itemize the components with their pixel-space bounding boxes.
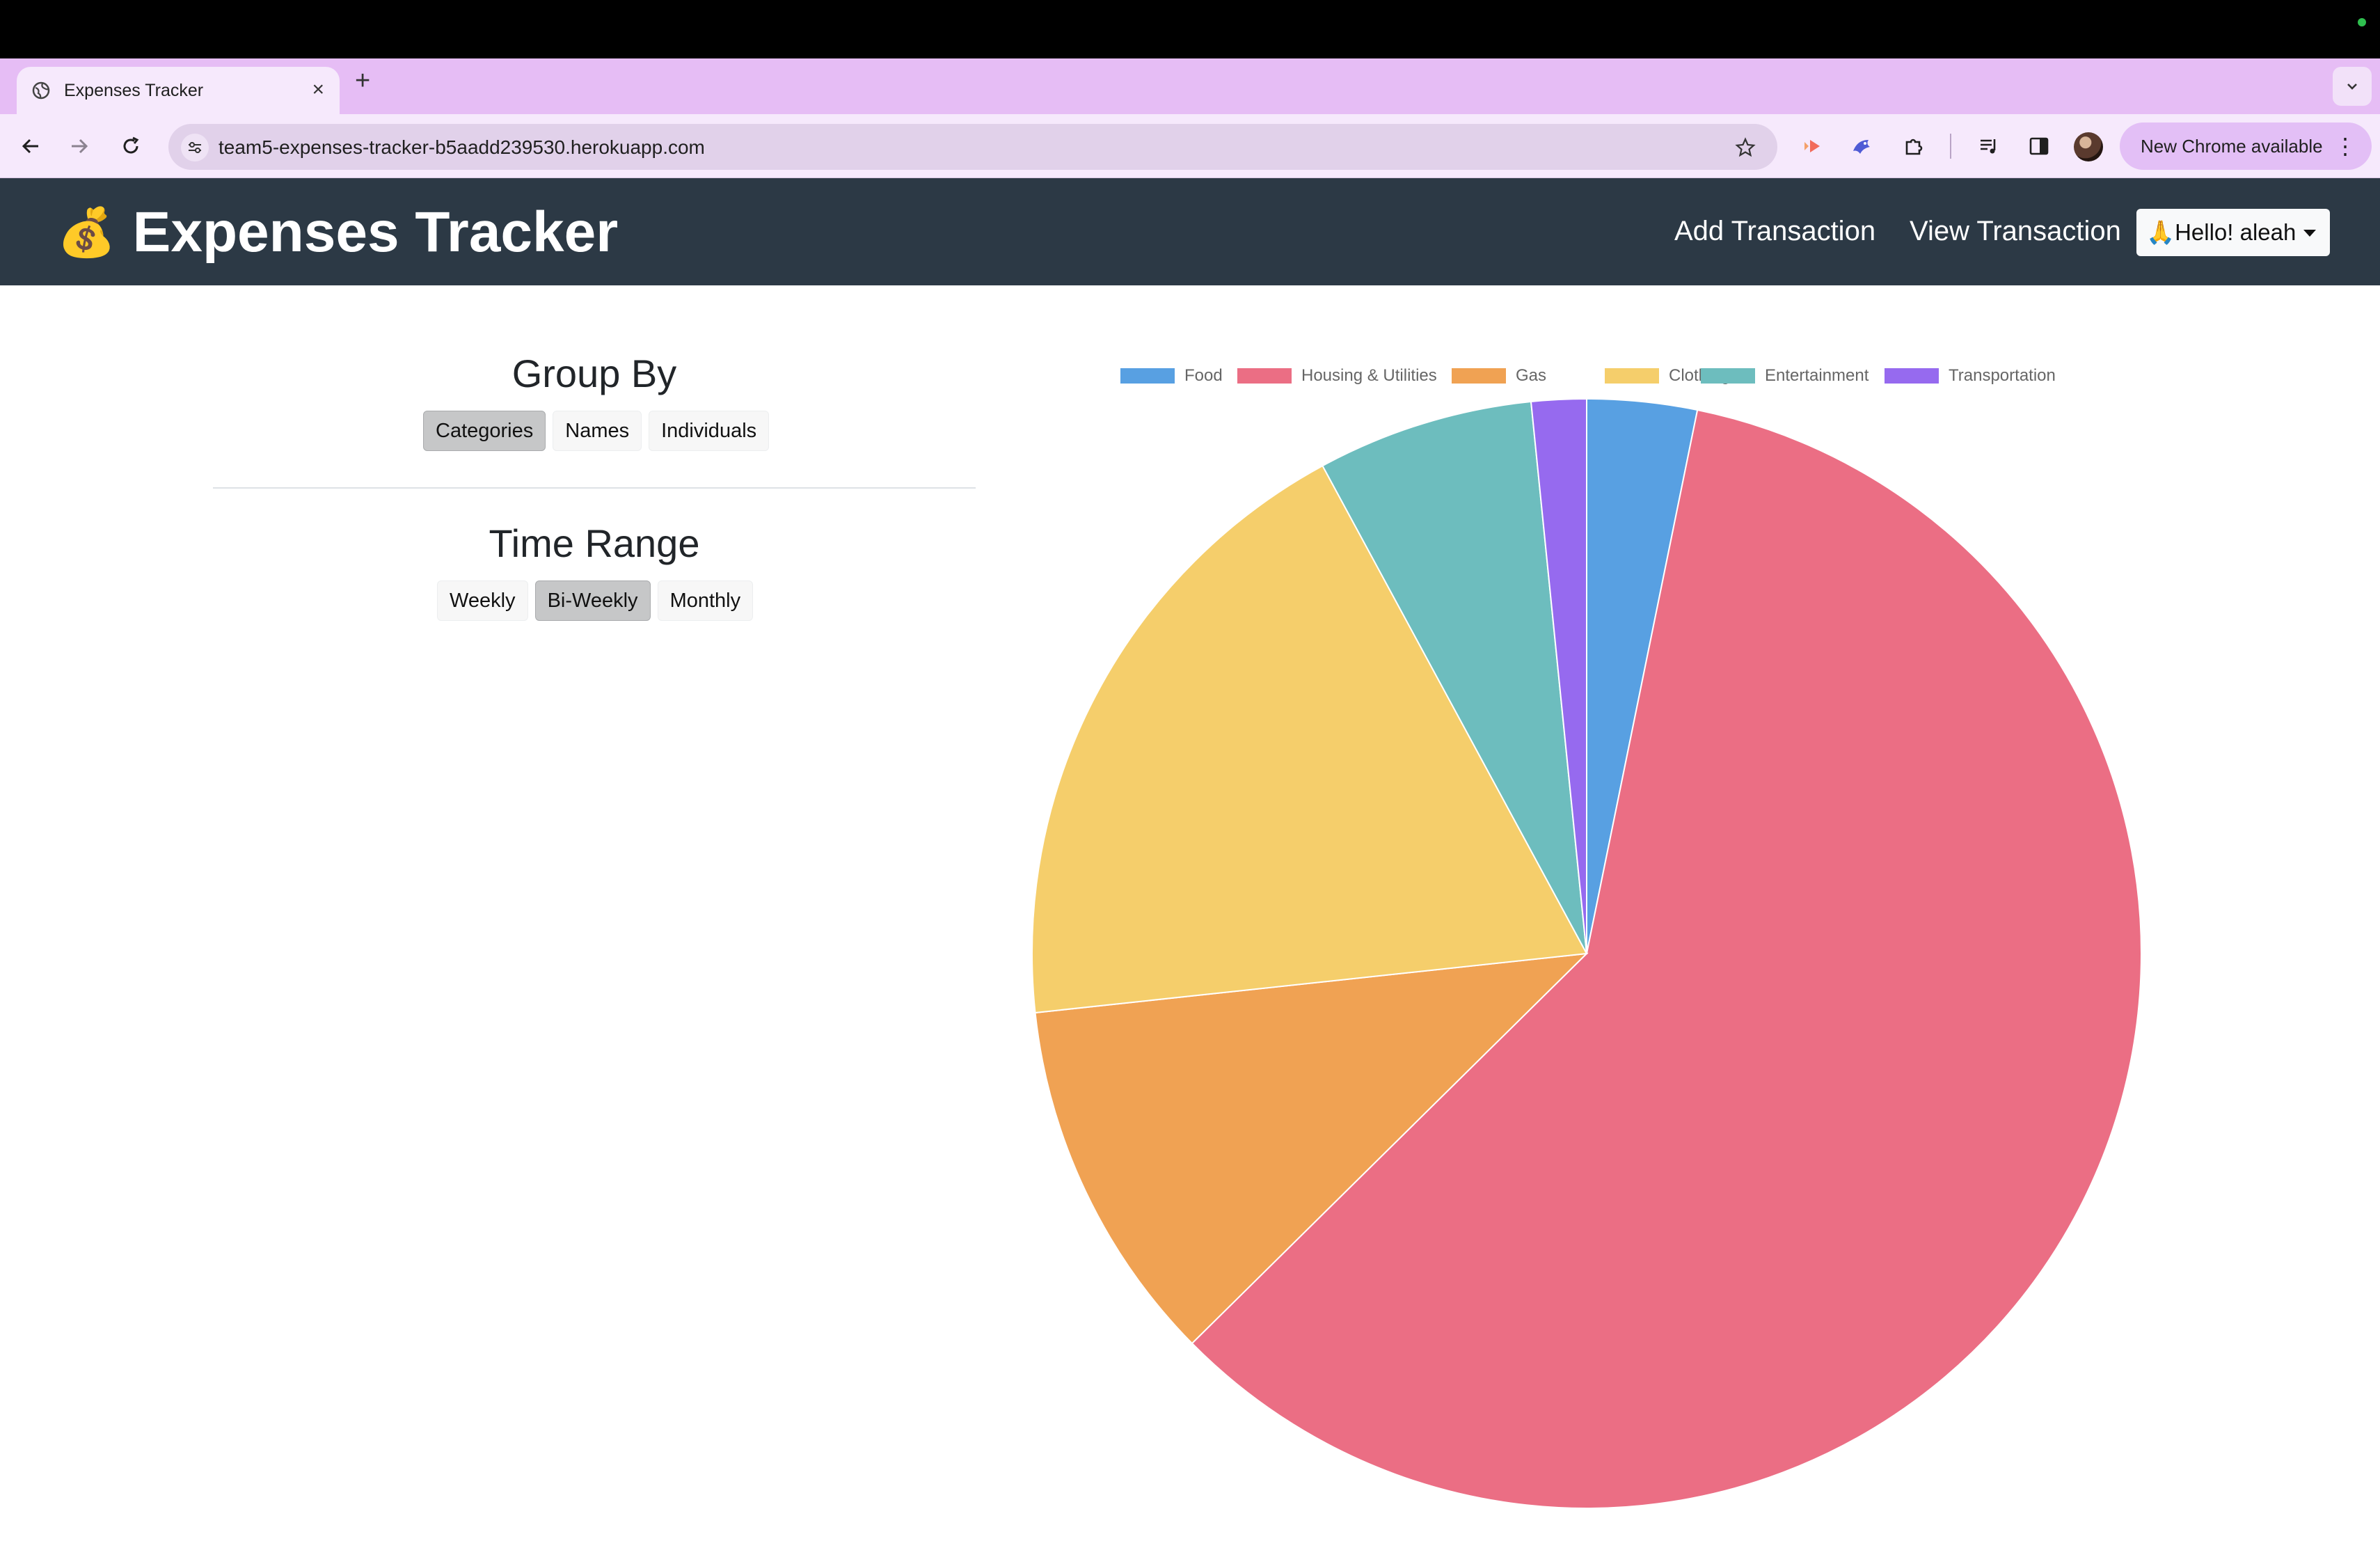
money-bag-icon: 💰: [57, 206, 116, 259]
back-arrow-icon[interactable]: [14, 129, 47, 163]
group_by-option-categories[interactable]: Categories: [423, 411, 546, 451]
section-divider: [213, 487, 976, 489]
add-transaction-link[interactable]: Add Transaction: [1674, 216, 1875, 247]
extension-arrow-icon[interactable]: [1795, 129, 1829, 163]
brand-title: Expenses Tracker: [132, 200, 619, 264]
user-greeting: 🙏Hello! aleah: [2146, 219, 2296, 245]
time_range-option-weekly[interactable]: Weekly: [437, 580, 528, 621]
user-dropdown[interactable]: 🙏Hello! aleah: [2136, 209, 2330, 256]
new-tab-icon[interactable]: +: [355, 67, 370, 95]
update-label: New Chrome available: [2141, 135, 2323, 157]
bookmark-star-icon[interactable]: [1731, 134, 1759, 161]
browser-toolbar: team5-expenses-tracker-b5aadd239530.hero…: [0, 114, 2380, 178]
side-panel-icon[interactable]: [2022, 129, 2056, 163]
time-range-button-group: Weekly Bi-Weekly Monthly: [437, 580, 754, 621]
group-by-button-group: Categories Names Individuals: [423, 411, 770, 451]
view-transaction-link[interactable]: View Transaction: [1910, 216, 2121, 247]
app-navbar: 💰 Expenses Tracker Add Transaction View …: [0, 178, 2380, 285]
browser-tab[interactable]: Expenses Tracker ×: [17, 67, 340, 114]
camera-indicator-icon: [2358, 18, 2366, 26]
group_by-option-names[interactable]: Names: [553, 411, 642, 451]
address-bar[interactable]: team5-expenses-tracker-b5aadd239530.hero…: [168, 124, 1777, 170]
toolbar-separator: [1950, 134, 1951, 159]
close-icon[interactable]: ×: [312, 78, 324, 102]
site-settings-icon[interactable]: [181, 134, 209, 161]
group-by-title: Group By: [511, 352, 677, 395]
tab-title: Expenses Tracker: [64, 80, 204, 100]
forward-arrow-icon[interactable]: [63, 129, 96, 163]
url-text: team5-expenses-tracker-b5aadd239530.hero…: [219, 136, 705, 158]
brand[interactable]: 💰 Expenses Tracker: [57, 200, 619, 264]
expenses-pie-chart: Food Housing & Utilities Gas Clothing Entert…: [974, 341, 2352, 1548]
reload-icon[interactable]: [114, 129, 148, 163]
group_by-option-individuals[interactable]: Individuals: [649, 411, 770, 451]
more-menu-icon[interactable]: ⋮: [2334, 132, 2356, 160]
media-controls-icon[interactable]: [1972, 129, 2006, 163]
extensions-puzzle-icon[interactable]: [1897, 129, 1930, 163]
caret-down-icon: [2303, 230, 2316, 237]
time_range-option-bi-weekly[interactable]: Bi-Weekly: [534, 580, 651, 621]
time-range-title: Time Range: [489, 521, 700, 565]
profile-avatar[interactable]: [2074, 132, 2103, 161]
time_range-option-monthly[interactable]: Monthly: [657, 580, 754, 621]
new-chrome-available-button[interactable]: New Chrome available ⋮: [2120, 123, 2372, 170]
system-menu-bar: [0, 0, 2380, 58]
globe-icon: [29, 79, 53, 102]
tab-search-chevron-icon[interactable]: [2333, 67, 2372, 106]
pie-svg: [1031, 397, 2142, 1509]
extension-bird-icon[interactable]: [1846, 129, 1879, 163]
